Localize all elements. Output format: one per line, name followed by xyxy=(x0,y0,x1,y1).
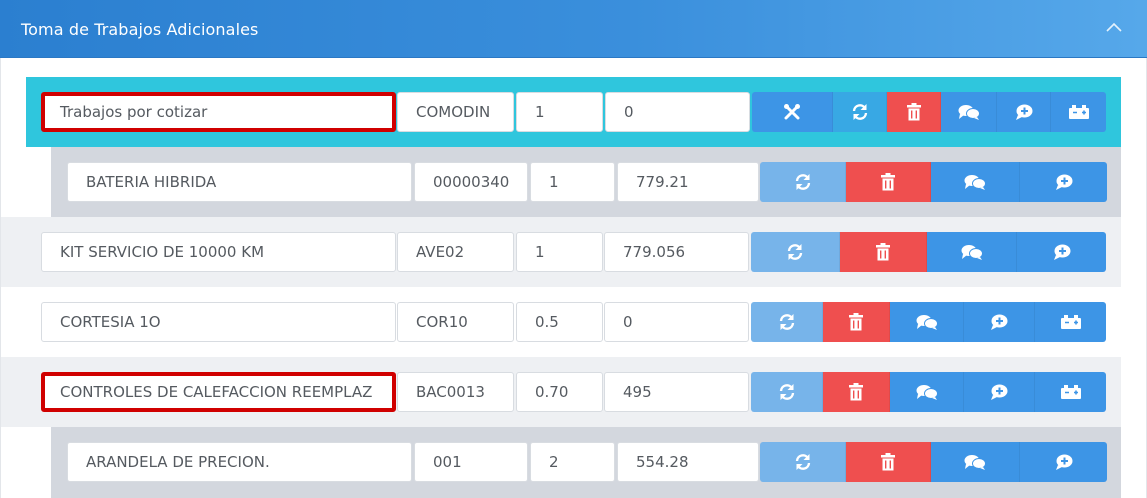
work-row: CONTROLES DE CALEFACCION REEMPLAZ BAC001… xyxy=(1,357,1121,427)
row-actions xyxy=(751,372,1106,412)
code-field[interactable]: 00000340 xyxy=(414,162,528,202)
refresh-icon[interactable] xyxy=(751,232,840,272)
trash-icon[interactable] xyxy=(823,302,890,342)
quantity-field[interactable]: 2 xyxy=(530,442,615,482)
price-field[interactable]: 495 xyxy=(604,372,749,412)
description-field[interactable]: Trabajos por cotizar xyxy=(41,92,396,132)
description-field[interactable]: BATERIA HIBRIDA xyxy=(67,162,412,202)
work-row: CORTESIA 1O COR10 0.5 0 xyxy=(1,287,1121,357)
comment-plus-icon[interactable] xyxy=(1020,162,1107,202)
comments-icon[interactable] xyxy=(890,302,964,342)
battery-icon[interactable] xyxy=(1035,372,1106,412)
trash-icon[interactable] xyxy=(887,92,941,132)
comments-icon[interactable] xyxy=(931,162,1020,202)
refresh-icon[interactable] xyxy=(751,372,823,412)
comment-plus-icon[interactable] xyxy=(964,372,1035,412)
work-row: ARANDELA DE PRECION. 001 2 554.28 xyxy=(51,427,1121,498)
panel-header: Toma de Trabajos Adicionales xyxy=(0,0,1147,58)
price-field[interactable]: 554.28 xyxy=(617,442,759,482)
work-row: KIT SERVICIO DE 10000 KM AVE02 1 779.056 xyxy=(1,217,1121,287)
price-field[interactable]: 0 xyxy=(605,92,750,132)
work-row: Trabajos por cotizar COMODIN 1 0 xyxy=(26,77,1121,147)
description-field[interactable]: KIT SERVICIO DE 10000 KM xyxy=(41,232,396,272)
code-field[interactable]: COMODIN xyxy=(397,92,514,132)
chevron-up-icon[interactable] xyxy=(1104,20,1124,36)
code-field[interactable]: AVE02 xyxy=(397,232,514,272)
description-field[interactable]: ARANDELA DE PRECION. xyxy=(67,442,412,482)
price-field[interactable]: 779.056 xyxy=(604,232,749,272)
refresh-icon[interactable] xyxy=(760,442,846,482)
row-actions xyxy=(760,442,1107,482)
comment-plus-icon[interactable] xyxy=(1017,232,1106,272)
code-field[interactable]: COR10 xyxy=(397,302,514,342)
trash-icon[interactable] xyxy=(823,372,890,412)
panel-body: Trabajos por cotizar COMODIN 1 0 BATERIA… xyxy=(0,58,1147,498)
comment-plus-icon[interactable] xyxy=(1020,442,1107,482)
price-field[interactable]: 779.21 xyxy=(617,162,759,202)
quantity-field[interactable]: 0.5 xyxy=(516,302,603,342)
work-row: BATERIA HIBRIDA 00000340 1 779.21 xyxy=(51,147,1121,217)
comments-icon[interactable] xyxy=(931,442,1020,482)
battery-icon[interactable] xyxy=(1035,302,1106,342)
trash-icon[interactable] xyxy=(840,232,927,272)
row-actions xyxy=(751,302,1106,342)
description-field[interactable]: CORTESIA 1O xyxy=(41,302,396,342)
refresh-icon[interactable] xyxy=(833,92,887,132)
panel-title: Toma de Trabajos Adicionales xyxy=(21,20,259,39)
comments-icon[interactable] xyxy=(927,232,1017,272)
trash-icon[interactable] xyxy=(846,442,931,482)
quantity-field[interactable]: 0.70 xyxy=(516,372,603,412)
quantity-field[interactable]: 1 xyxy=(530,162,615,202)
quantity-field[interactable]: 1 xyxy=(516,92,603,132)
battery-icon[interactable] xyxy=(1051,92,1106,132)
row-actions xyxy=(752,92,1106,132)
row-actions xyxy=(760,162,1107,202)
description-field[interactable]: CONTROLES DE CALEFACCION REEMPLAZ xyxy=(41,372,396,412)
code-field[interactable]: 001 xyxy=(414,442,528,482)
row-actions xyxy=(751,232,1106,272)
comments-icon[interactable] xyxy=(890,372,964,412)
refresh-icon[interactable] xyxy=(751,302,823,342)
comments-icon[interactable] xyxy=(941,92,997,132)
trash-icon[interactable] xyxy=(846,162,931,202)
price-field[interactable]: 0 xyxy=(604,302,749,342)
comment-plus-icon[interactable] xyxy=(997,92,1051,132)
code-field[interactable]: BAC0013 xyxy=(397,372,514,412)
wrench-icon[interactable] xyxy=(752,92,833,132)
comment-plus-icon[interactable] xyxy=(964,302,1035,342)
quantity-field[interactable]: 1 xyxy=(516,232,603,272)
refresh-icon[interactable] xyxy=(760,162,846,202)
